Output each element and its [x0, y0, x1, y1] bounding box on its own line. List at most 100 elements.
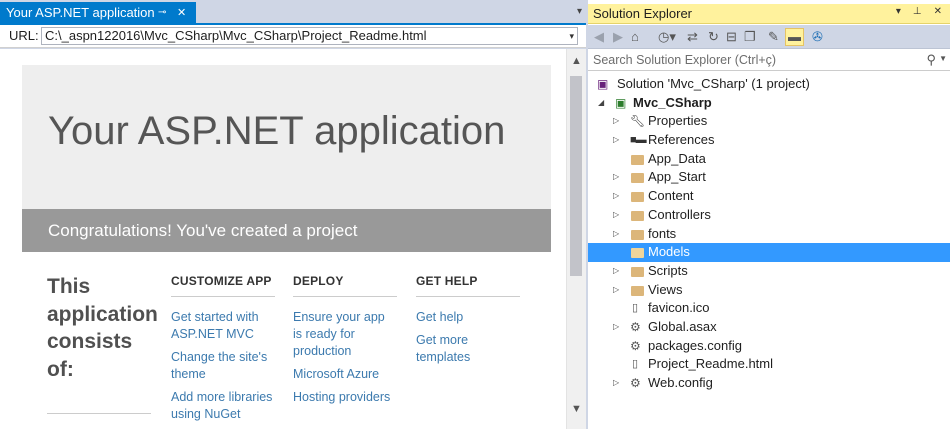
forward-icon[interactable]: ▶	[613, 29, 623, 45]
collapse-all-icon[interactable]: ⊟	[726, 29, 737, 45]
asax-file-icon: ⚙︎	[630, 319, 641, 334]
tree-item-label: Scripts	[648, 262, 688, 278]
tree-item-label: Properties	[648, 113, 708, 129]
history-icon[interactable]: ◷▾	[658, 29, 676, 45]
tree-item-project-readme[interactable]: ▯ Project_Readme.html	[588, 355, 950, 374]
tree-item-label: Project_Readme.html	[648, 356, 773, 372]
tree-item-solution[interactable]: ▣ Solution 'Mvc_CSharp' (1 project)	[588, 75, 950, 94]
tree-item-project[interactable]: ◢ ▣ Mvc_CSharp	[588, 94, 950, 113]
tree-item-fonts[interactable]: ▷ fonts	[588, 225, 950, 244]
tree-item-label: fonts	[648, 225, 677, 241]
tree-item-label: App_Start	[648, 169, 706, 185]
tree-item-controllers[interactable]: ▷ Controllers	[588, 206, 950, 225]
tree-item-models[interactable]: Models	[588, 243, 950, 262]
document-tab-bar: Your ASP.NET application ⊸ ✕ ▾	[0, 0, 586, 24]
url-dropdown-icon[interactable]: ▾	[569, 28, 574, 44]
hosting-providers-link[interactable]: Hosting providers	[293, 389, 397, 406]
tree-item-favicon[interactable]: ▯ favicon.ico	[588, 299, 950, 318]
folder-icon	[631, 154, 644, 165]
tree-item-packages-config[interactable]: ⚙︎ packages.config	[588, 337, 950, 356]
properties-icon[interactable]: ✎	[768, 29, 779, 45]
auto-hide-pin-icon[interactable]: ⊥	[913, 6, 922, 17]
folder-icon	[631, 229, 644, 240]
jumbotron: Your ASP.NET application	[22, 65, 551, 209]
expand-icon[interactable]: ▷	[613, 318, 619, 337]
get-started-link[interactable]: Get started with ASP.NET MVC	[171, 309, 275, 343]
tree-item-label: packages.config	[648, 337, 742, 353]
settings-icon[interactable]: ✇	[812, 29, 823, 45]
show-all-files-icon[interactable]: ❐	[744, 29, 756, 45]
wrench-icon: 🔧︎	[630, 114, 646, 129]
get-help-link[interactable]: Get help	[416, 309, 520, 326]
close-tab-icon[interactable]: ✕	[177, 2, 186, 24]
url-label: URL:	[9, 28, 39, 43]
deploy-column: DEPLOY Ensure your app is ready for prod…	[293, 274, 397, 412]
browser-viewport: Your ASP.NET application Congratulations…	[0, 49, 566, 429]
production-ready-link[interactable]: Ensure your app is ready for production	[293, 309, 397, 360]
change-theme-link[interactable]: Change the site's theme	[171, 349, 275, 383]
tree-item-label: Controllers	[648, 206, 711, 222]
config-file-icon: ⚙︎	[630, 376, 641, 390]
collapse-icon[interactable]: ◢	[598, 94, 604, 113]
expand-icon[interactable]: ▷	[613, 262, 619, 281]
document-well: Your ASP.NET application ⊸ ✕ ▾ URL: C:\_…	[0, 0, 586, 429]
expand-icon[interactable]: ▷	[613, 206, 619, 225]
app-heading: This application consists of:	[47, 275, 158, 381]
tree-item-app-start[interactable]: ▷ App_Start	[588, 168, 950, 187]
expand-icon[interactable]: ▷	[613, 187, 619, 206]
document-tab[interactable]: Your ASP.NET application ⊸ ✕	[0, 2, 196, 24]
tree-item-references[interactable]: ▷ ■▬ References	[588, 131, 950, 150]
image-file-icon: ▯	[632, 302, 639, 315]
search-placeholder: Search Solution Explorer (Ctrl+ç)	[593, 53, 777, 67]
tree-item-label: Content	[648, 188, 694, 204]
expand-icon[interactable]: ▷	[613, 281, 619, 300]
expand-icon[interactable]: ▷	[613, 168, 619, 187]
jumbotron-title: Your ASP.NET application	[48, 109, 506, 153]
url-input[interactable]: C:\_aspn122016\Mvc_CSharp\Mvc_CSharp\Pro…	[41, 27, 578, 45]
search-icon[interactable]: ⚲	[926, 52, 936, 68]
url-value: C:\_aspn122016\Mvc_CSharp\Mvc_CSharp\Pro…	[45, 28, 427, 43]
tree-item-views[interactable]: ▷ Views	[588, 281, 950, 300]
pin-tab-icon[interactable]: ⊸	[158, 2, 166, 24]
tree-item-label: Web.config	[648, 375, 713, 390]
vertical-scrollbar[interactable]: ▲ ▼	[566, 49, 586, 429]
tree-item-web-config[interactable]: ▷ ⚙︎ Web.config	[588, 374, 950, 393]
panel-title: Solution Explorer	[593, 6, 692, 21]
more-templates-link[interactable]: Get more templates	[416, 332, 520, 366]
expand-icon[interactable]: ▷	[613, 374, 619, 393]
search-options-icon[interactable]: ▼	[939, 54, 947, 63]
solution-tree: ▣ Solution 'Mvc_CSharp' (1 project) ◢ ▣ …	[588, 75, 950, 393]
tree-item-label: App_Data	[648, 150, 706, 166]
tree-item-properties[interactable]: ▷ 🔧︎ Properties	[588, 112, 950, 131]
home-icon[interactable]: ⌂	[631, 29, 639, 45]
solution-icon: ▣	[597, 77, 609, 91]
expand-icon[interactable]: ▷	[613, 131, 619, 150]
tab-overflow-icon[interactable]: ▾	[577, 6, 582, 17]
refresh-icon[interactable]: ↻	[708, 29, 719, 45]
scroll-down-icon[interactable]: ▼	[571, 403, 582, 415]
folder-icon	[631, 285, 644, 296]
expand-icon[interactable]: ▷	[613, 112, 619, 131]
tree-item-scripts[interactable]: ▷ Scripts	[588, 262, 950, 281]
column-title: GET HELP	[416, 274, 520, 297]
scroll-up-icon[interactable]: ▲	[571, 55, 582, 67]
folder-icon	[631, 266, 644, 277]
tree-item-global-asax[interactable]: ▷ ⚙︎ Global.asax	[588, 318, 950, 337]
solution-explorer-titlebar: Solution Explorer ▾ ⊥ ✕	[588, 4, 950, 24]
tree-item-app-data[interactable]: App_Data	[588, 150, 950, 169]
tree-item-label: Models	[648, 244, 690, 260]
tree-item-label: Global.asax	[648, 318, 717, 334]
tree-item-label: Mvc_CSharp	[633, 94, 712, 110]
close-panel-icon[interactable]: ✕	[934, 6, 942, 17]
tree-item-content[interactable]: ▷ Content	[588, 187, 950, 206]
expand-icon[interactable]: ▷	[613, 225, 619, 244]
back-icon[interactable]: ◀	[594, 29, 604, 45]
add-libraries-link[interactable]: Add more libraries using NuGet	[171, 389, 275, 423]
preview-selected-icon[interactable]: ▬	[785, 28, 804, 46]
pending-changes-icon[interactable]: ⇄	[687, 29, 698, 45]
azure-link[interactable]: Microsoft Azure	[293, 366, 397, 383]
solution-explorer-toolbar: ◀ ▶ ⌂ ◷▾ ⇄ ↻ ⊟ ❐ ✎ ▬ ✇	[588, 25, 950, 49]
scrollbar-thumb[interactable]	[570, 76, 582, 276]
solution-search-field[interactable]: Search Solution Explorer (Ctrl+ç) ⚲ ▼	[588, 50, 950, 71]
window-position-dropdown-icon[interactable]: ▾	[896, 6, 901, 17]
